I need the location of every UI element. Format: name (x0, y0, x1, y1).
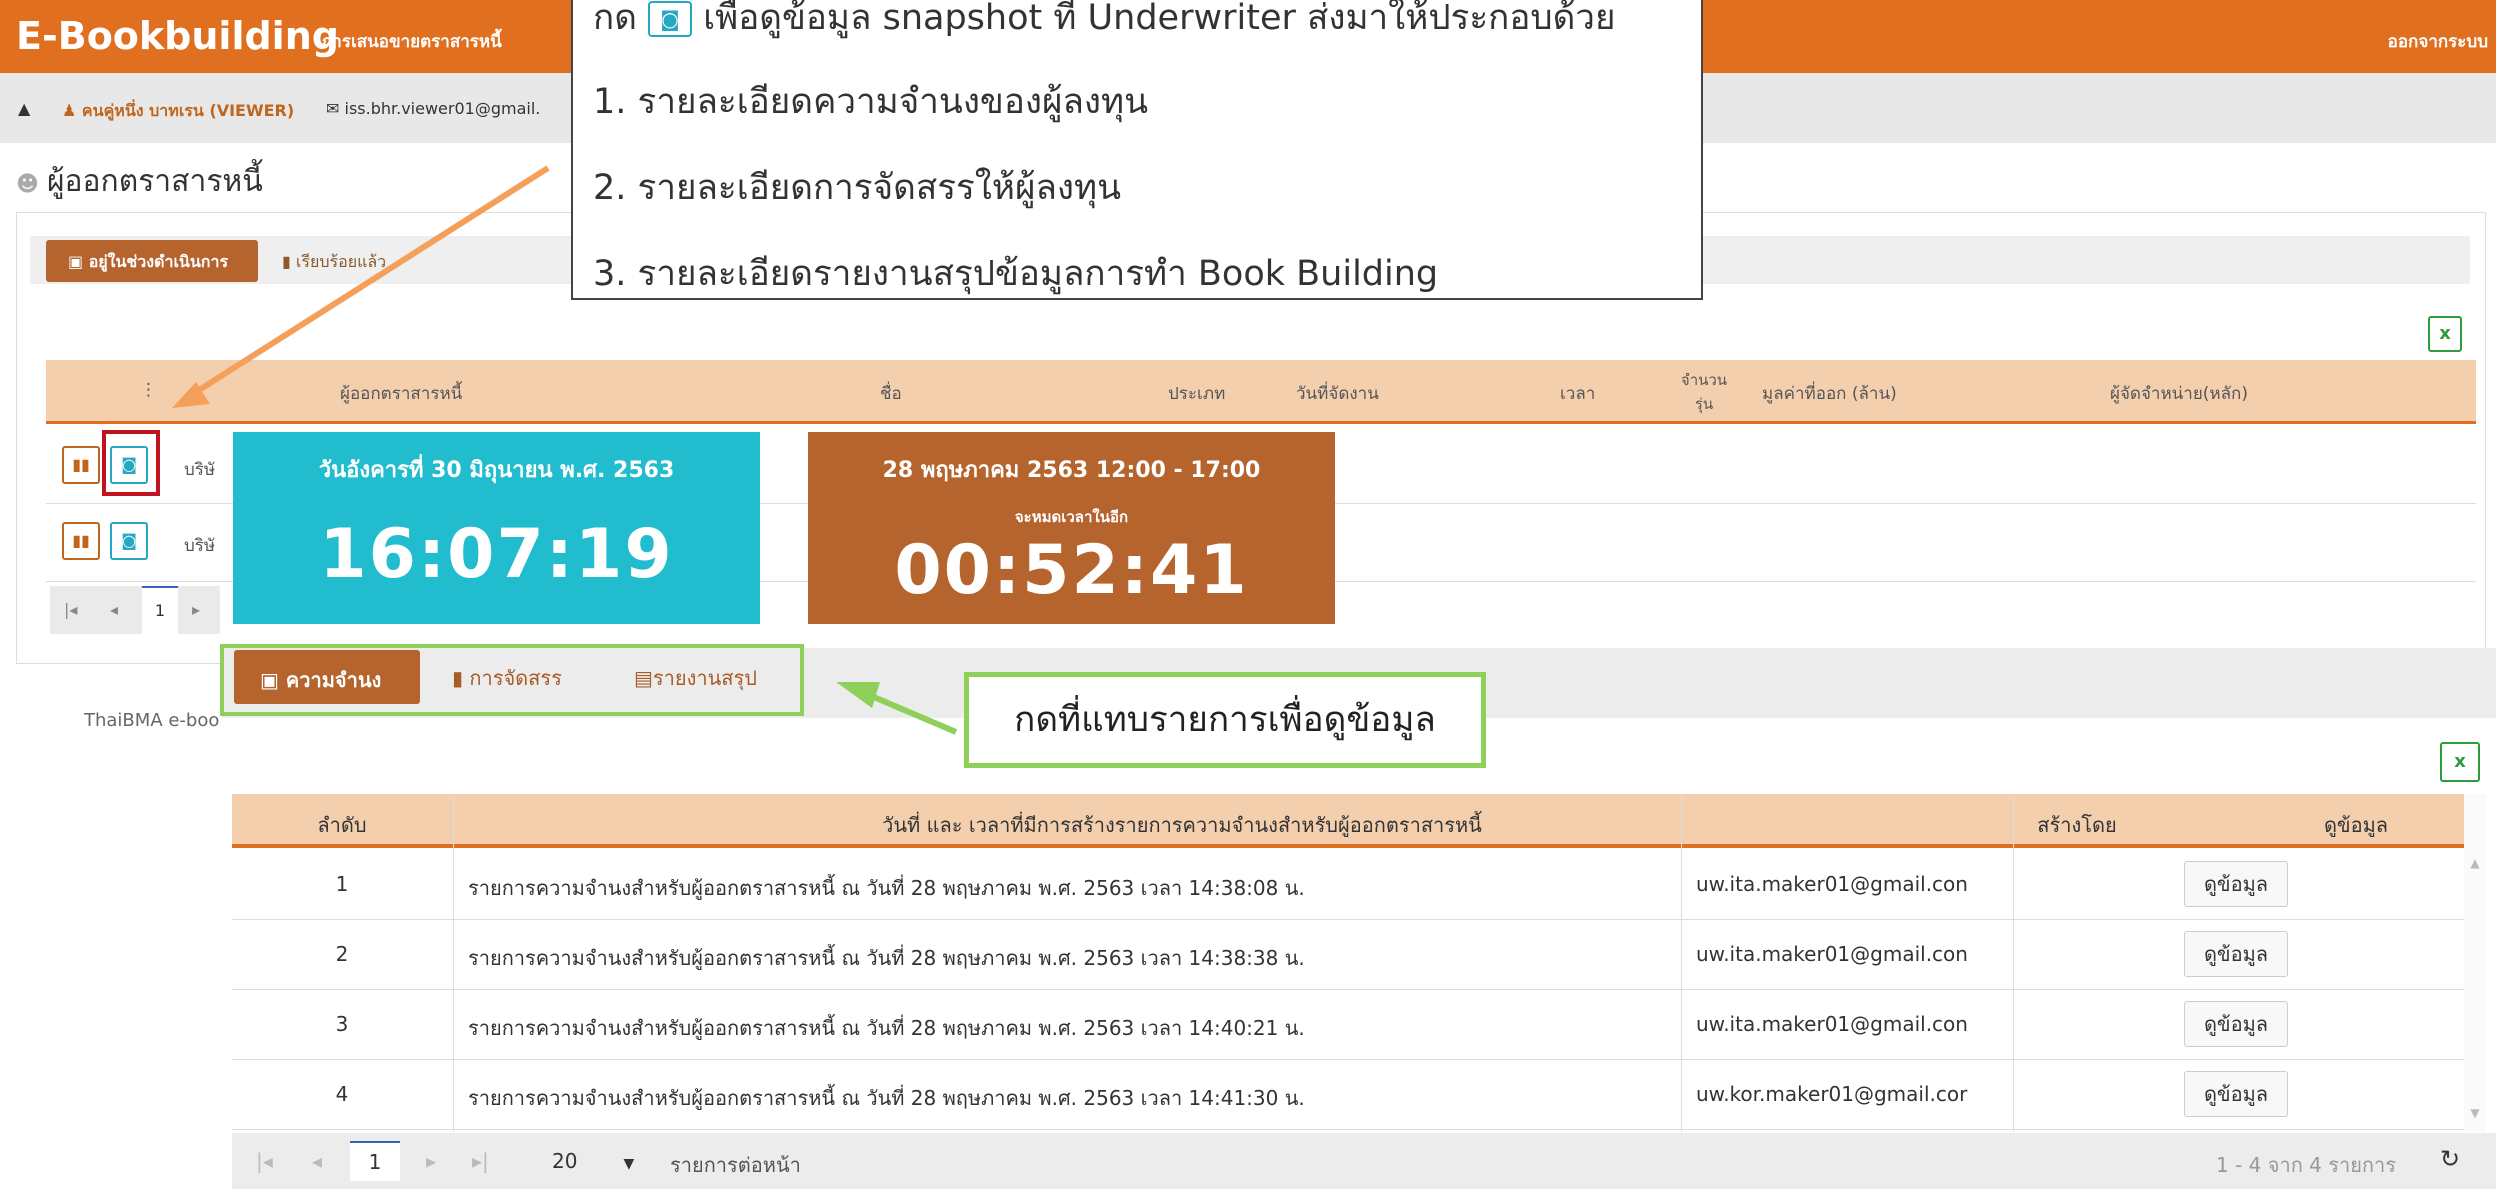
callout-line-3: 3. รายละเอียดรายงานสรุปข้อมูลการทำ Book … (593, 254, 1439, 294)
orange-arrow-line (194, 165, 550, 395)
callout-line-intro: กด ◙ เพื่อดูข้อมูล snapshot ที่ Underwri… (593, 0, 1616, 38)
snapshot-callout: กด ◙ เพื่อดูข้อมูล snapshot ที่ Underwri… (571, 0, 1703, 300)
tab-hint-callout: กดที่แทบรายการเพื่อดูข้อมูล (964, 672, 1486, 768)
green-arrow-head (836, 682, 880, 708)
callout-line-1: 1. รายละเอียดความจำนงของผู้ลงทุน (593, 82, 1148, 122)
callout-line-2: 2. รายละเอียดการจัดสรรให้ผู้ลงทุน (593, 168, 1121, 208)
camera-icon: ◙ (648, 1, 693, 37)
green-arrow-line (860, 689, 958, 735)
